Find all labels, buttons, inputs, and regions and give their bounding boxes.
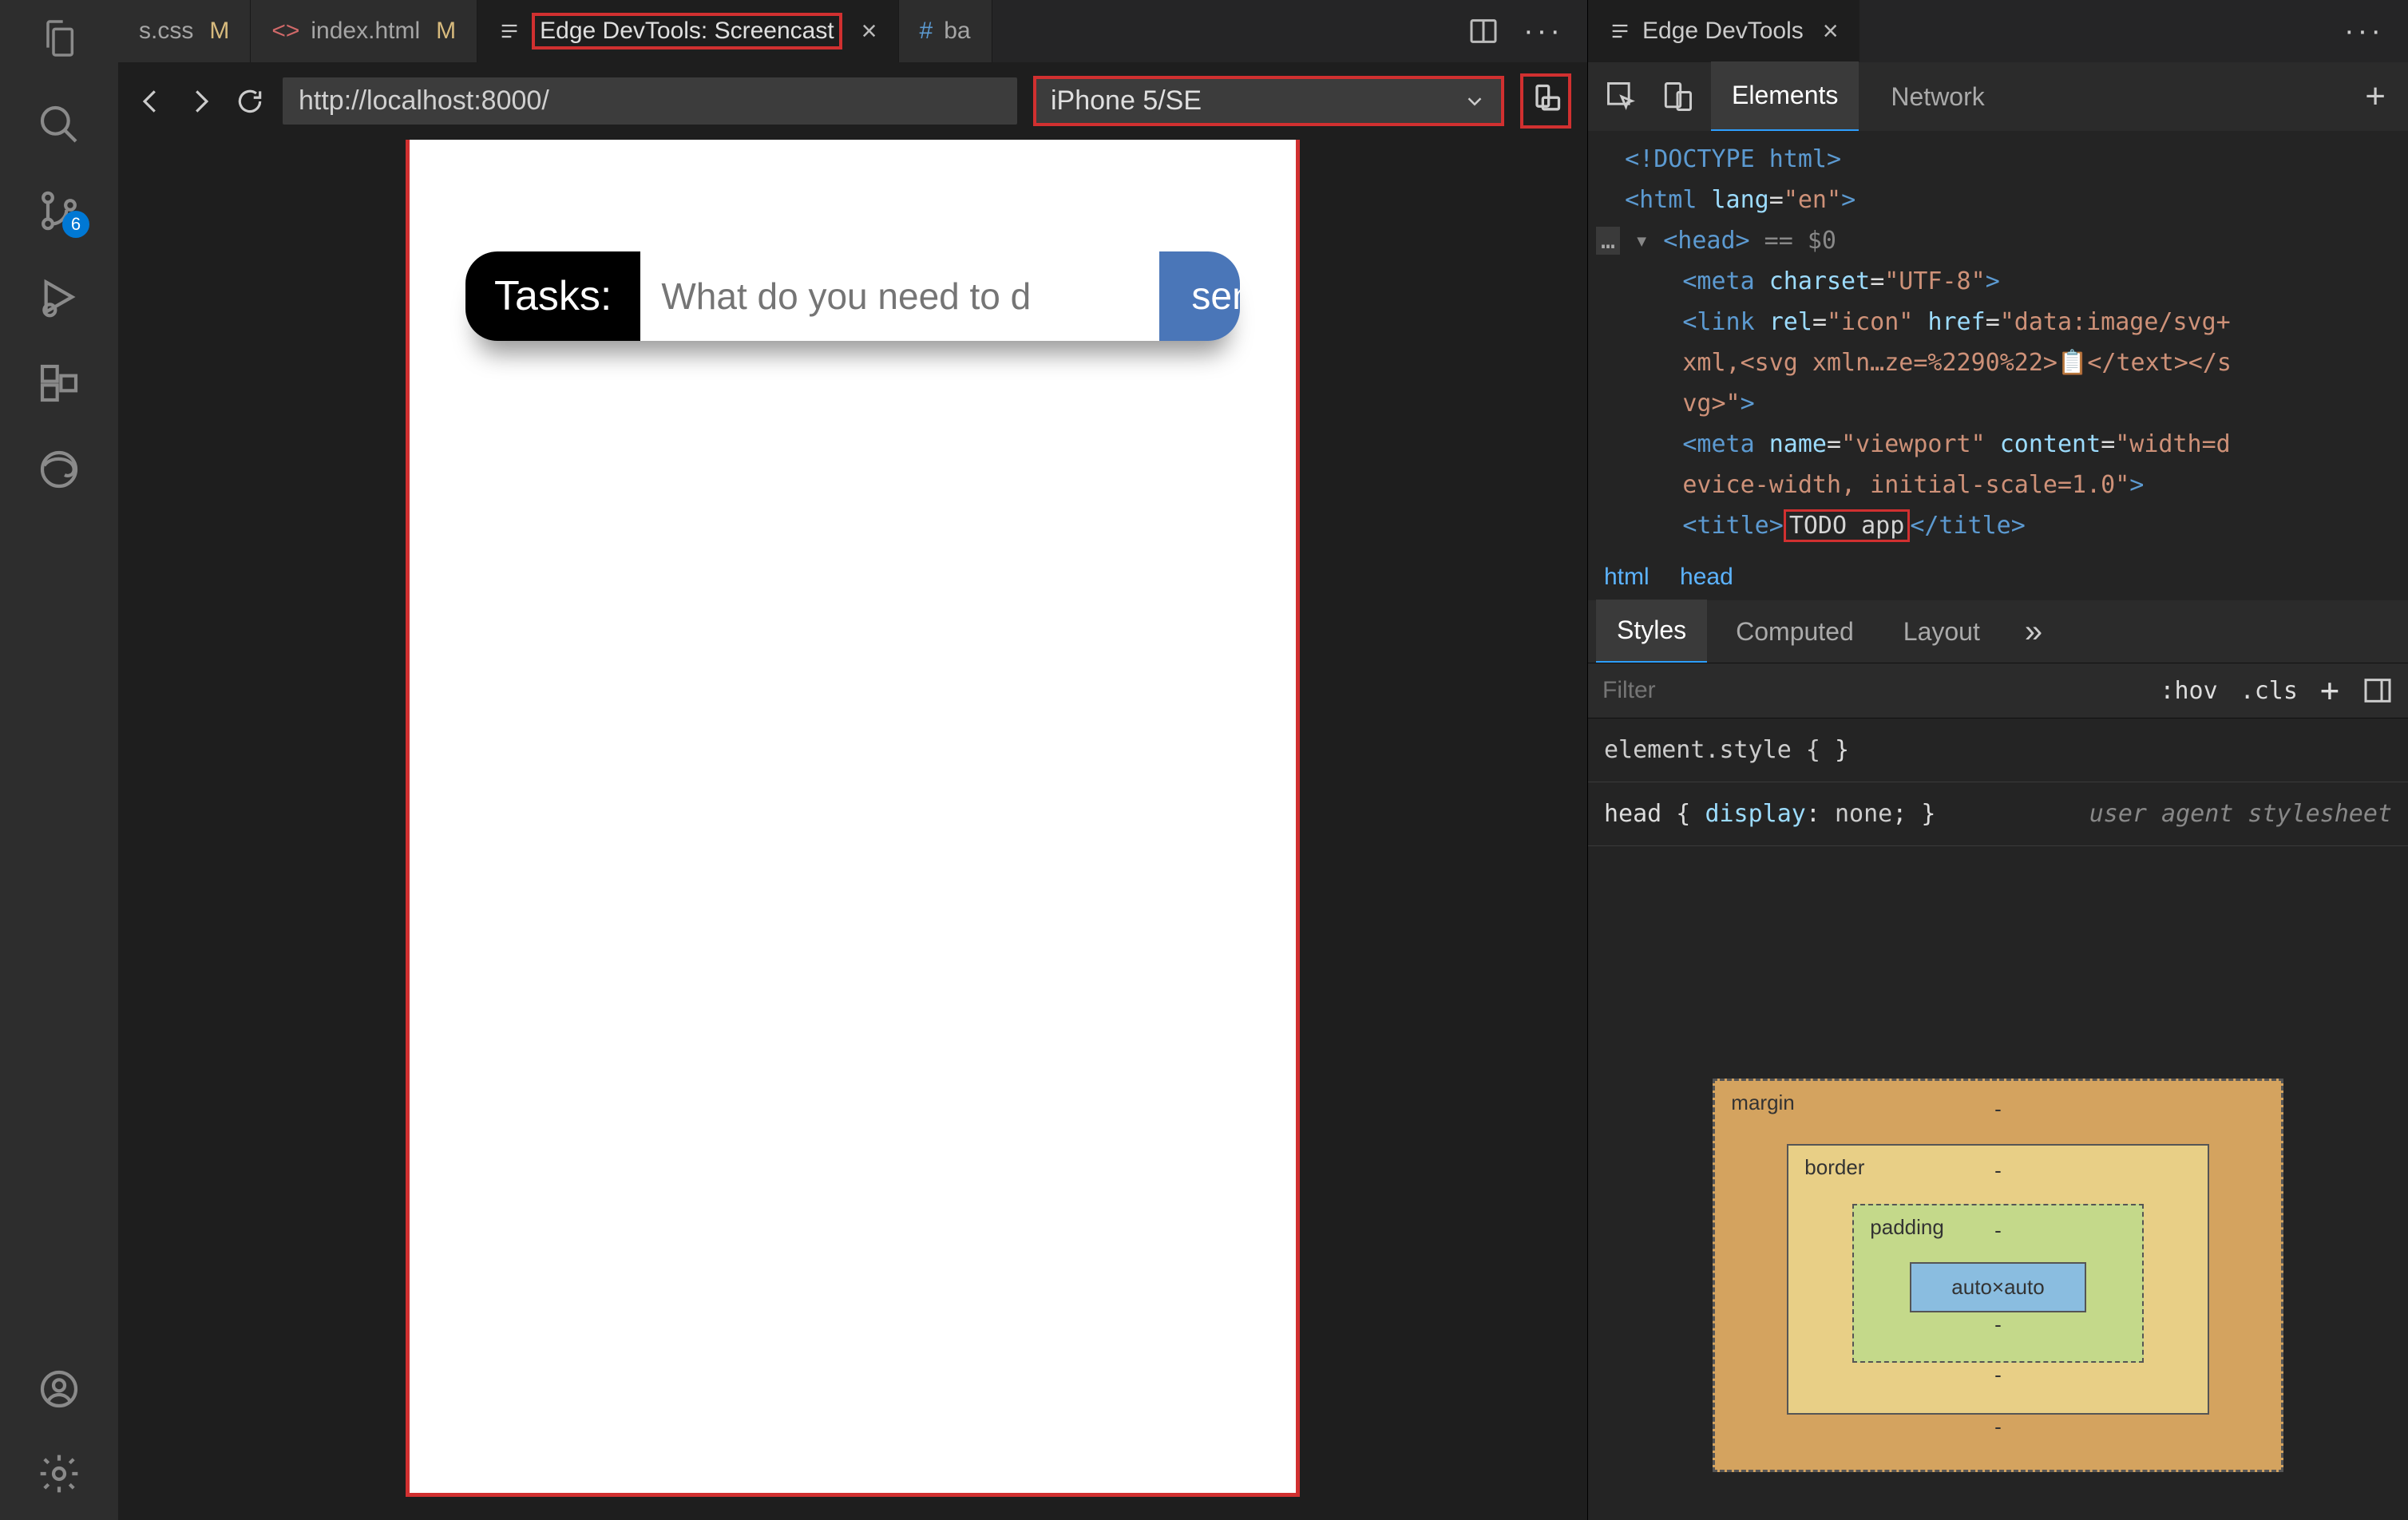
- dom-tree[interactable]: <!DOCTYPE html> <html lang="en"> … ▾ <he…: [1588, 131, 2408, 554]
- extensions-icon[interactable]: [37, 361, 81, 406]
- explorer-icon[interactable]: [37, 16, 81, 61]
- element-style-block[interactable]: element.style { }: [1588, 718, 2408, 782]
- scm-badge: 6: [62, 211, 89, 238]
- device-select-value: iPhone 5/SE: [1051, 85, 1202, 117]
- account-icon[interactable]: [37, 1367, 81, 1411]
- task-input[interactable]: [640, 251, 1159, 341]
- source-control-icon[interactable]: 6: [37, 188, 81, 233]
- close-icon[interactable]: ×: [861, 16, 877, 47]
- padding-label: padding: [1870, 1215, 1944, 1240]
- reload-icon[interactable]: [233, 85, 267, 118]
- more-icon[interactable]: ···: [2344, 14, 2384, 49]
- box-model[interactable]: margin - border - padding - auto×auto - …: [1588, 1031, 2408, 1520]
- toggle-sidebar-icon[interactable]: [2362, 675, 2394, 707]
- head-rule-block[interactable]: user agent stylesheethead { display: non…: [1588, 782, 2408, 846]
- modified-indicator: M: [436, 18, 456, 45]
- tab-bas[interactable]: # ba: [899, 0, 992, 62]
- tasks-label: Tasks:: [465, 251, 640, 341]
- chevron-down-icon: [1463, 89, 1487, 113]
- styles-filter-input[interactable]: [1602, 677, 2137, 704]
- forward-icon[interactable]: [184, 85, 217, 118]
- settings-icon[interactable]: [37, 1451, 81, 1496]
- activity-bar: 6: [0, 0, 118, 1520]
- layout-tab[interactable]: Layout: [1883, 601, 2001, 663]
- more-icon[interactable]: ···: [1523, 14, 1563, 49]
- computed-tab[interactable]: Computed: [1715, 601, 1875, 663]
- devtools-panel: Edge DevTools × ··· Elements Network + <…: [1587, 0, 2408, 1520]
- split-editor-icon[interactable]: [1467, 15, 1499, 47]
- tab-css[interactable]: s.css M: [118, 0, 251, 62]
- tab-index-html[interactable]: <> index.html M: [251, 0, 477, 62]
- modified-indicator: M: [209, 18, 229, 45]
- tab-label: index.html: [311, 18, 420, 45]
- hov-toggle[interactable]: :hov: [2160, 677, 2217, 705]
- devtools-toolbar: Elements Network +: [1588, 62, 2408, 131]
- tab-actions: ···: [1467, 0, 1587, 62]
- edge-icon[interactable]: [37, 447, 81, 492]
- todo-form: Tasks: send: [465, 251, 1240, 341]
- device-select[interactable]: iPhone 5/SE: [1033, 76, 1504, 126]
- tab-label: s.css: [139, 18, 193, 45]
- devtools-tab[interactable]: Edge DevTools ×: [1588, 0, 1859, 62]
- breadcrumb-head[interactable]: head: [1680, 564, 1733, 590]
- run-debug-icon[interactable]: [37, 275, 81, 319]
- content-box: auto×auto: [1910, 1262, 2085, 1312]
- tab-screencast[interactable]: Edge DevTools: Screencast ×: [477, 0, 898, 62]
- add-tab-icon[interactable]: +: [2365, 77, 2397, 117]
- styles-filter-row: :hov .cls +: [1588, 663, 2408, 718]
- new-style-icon[interactable]: +: [2320, 672, 2339, 709]
- url-input[interactable]: [283, 77, 1017, 125]
- breadcrumb-html[interactable]: html: [1604, 564, 1650, 590]
- dom-breadcrumb[interactable]: html head: [1588, 554, 2408, 600]
- screencast-viewport: Tasks: send: [118, 140, 1587, 1520]
- elements-tab[interactable]: Elements: [1711, 61, 1859, 133]
- editor-tab-strip: s.css M <> index.html M Edge DevTools: S…: [118, 0, 1587, 62]
- cls-toggle[interactable]: .cls: [2240, 677, 2298, 705]
- margin-label: margin: [1731, 1091, 1794, 1115]
- styles-tabstrip: Styles Computed Layout »: [1588, 600, 2408, 663]
- styles-tab[interactable]: Styles: [1596, 600, 1707, 664]
- inspect-icon[interactable]: [1599, 74, 1644, 119]
- rotate-button[interactable]: [1520, 73, 1571, 129]
- tab-label: Edge DevTools: Screencast: [532, 13, 842, 49]
- tab-label: ba: [944, 18, 970, 45]
- screencast-nav: iPhone 5/SE: [118, 62, 1587, 140]
- border-label: border: [1804, 1155, 1864, 1180]
- activity-bottom: [37, 1367, 81, 1496]
- more-tabs-icon[interactable]: »: [2025, 614, 2042, 650]
- network-tab[interactable]: Network: [1870, 63, 2005, 131]
- send-button[interactable]: send: [1159, 251, 1240, 341]
- close-icon[interactable]: ×: [1823, 16, 1839, 47]
- device-frame[interactable]: Tasks: send: [406, 140, 1300, 1497]
- devtools-tabstrip: Edge DevTools × ···: [1588, 0, 2408, 62]
- device-toggle-icon[interactable]: [1655, 74, 1700, 119]
- editor-area: s.css M <> index.html M Edge DevTools: S…: [118, 0, 1587, 1520]
- search-icon[interactable]: [37, 102, 81, 147]
- back-icon[interactable]: [134, 85, 168, 118]
- devtools-tab-label: Edge DevTools: [1642, 18, 1804, 45]
